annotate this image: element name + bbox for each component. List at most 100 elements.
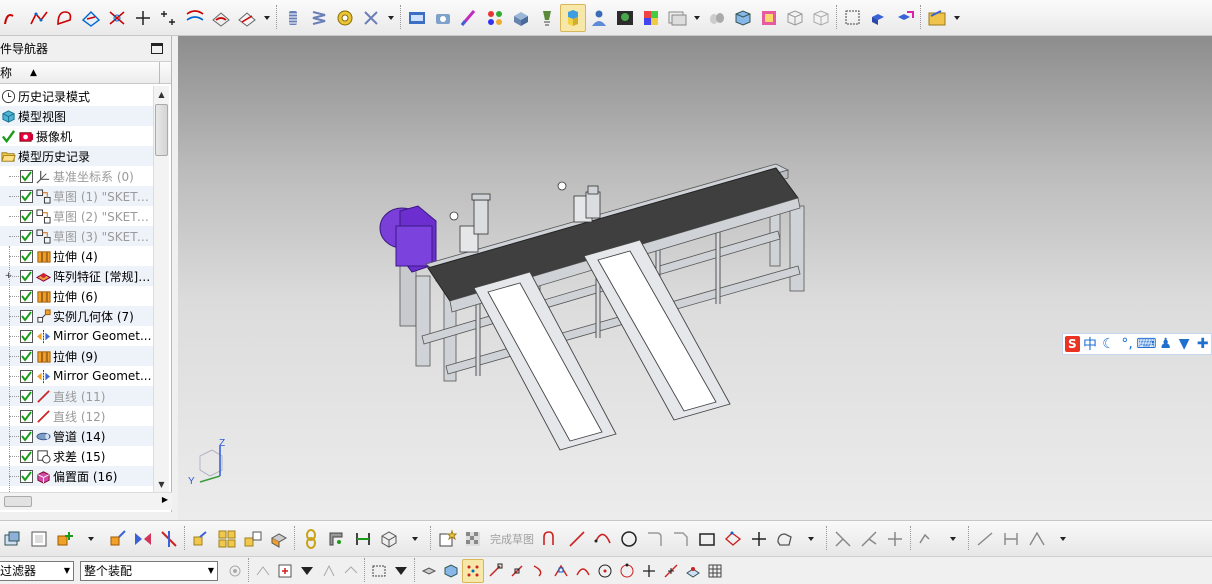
point-on-curve-icon[interactable] [660, 559, 682, 583]
tree-row[interactable]: 直线 (12) [0, 406, 153, 426]
compression-spring-icon[interactable] [306, 4, 332, 32]
assembly-icon[interactable] [0, 525, 26, 553]
finish-sketch-label[interactable]: 完成草图 [486, 531, 538, 547]
tree-row[interactable]: Mirror Geomet... [0, 326, 153, 346]
wire-cube-icon[interactable] [782, 4, 808, 32]
punctuation-icon[interactable]: °, [1119, 335, 1136, 353]
filter-settings-icon[interactable] [224, 559, 246, 583]
point-on-surface-icon[interactable] [682, 559, 704, 583]
visibility-checkbox[interactable] [20, 269, 33, 283]
ime-toolbar[interactable]: S 中 ☾ °, ⌨ ♟ ▼ ✚ [1062, 333, 1212, 355]
texture-cube-icon[interactable] [756, 4, 782, 32]
constraint-icon[interactable] [156, 525, 182, 553]
profile-icon[interactable] [538, 525, 564, 553]
grid-icon[interactable] [704, 559, 726, 583]
arc-icon[interactable] [0, 4, 26, 32]
chevron-down-icon[interactable] [402, 525, 428, 553]
chevron-down-icon[interactable] [384, 4, 398, 32]
replace-component-icon[interactable] [240, 525, 266, 553]
wave-geometry-icon[interactable] [188, 525, 214, 553]
add-component-icon[interactable] [52, 525, 78, 553]
visibility-checkbox[interactable] [20, 469, 33, 483]
sketch-line-icon[interactable] [564, 525, 590, 553]
end-point-icon[interactable] [484, 559, 506, 583]
shirt-icon[interactable]: ▼ [1176, 335, 1193, 353]
rectangle-icon[interactable] [694, 525, 720, 553]
maximize-icon[interactable] [151, 43, 163, 54]
wcs-triad[interactable]: Z Y [188, 438, 225, 487]
scroll-right-icon[interactable]: ▶ [162, 495, 168, 504]
tree-row[interactable]: 基准坐标系 (0) [0, 166, 153, 186]
column-divider[interactable] [159, 61, 171, 84]
orient-view-icon[interactable] [892, 4, 918, 32]
joint-icon[interactable] [350, 525, 376, 553]
visibility-checkbox[interactable] [20, 389, 33, 403]
chain-icon[interactable] [298, 525, 324, 553]
tree-row[interactable]: 实例几何体 (7) [0, 306, 153, 326]
tree-row[interactable]: 草图 (2) "SKETC... [0, 206, 153, 226]
offset-shape-icon[interactable] [772, 525, 798, 553]
select-window-icon[interactable] [840, 4, 866, 32]
offset-curve-icon[interactable] [182, 4, 208, 32]
control-point-icon[interactable] [528, 559, 550, 583]
scroll-thumb[interactable] [155, 104, 168, 156]
multi-color-box-icon[interactable] [638, 4, 664, 32]
navigator-horizontal-scrollbar[interactable]: ▶ [0, 492, 172, 510]
tree-row[interactable]: 拉伸 (9) [0, 346, 153, 366]
visibility-checkbox[interactable] [20, 229, 33, 243]
tools-icon[interactable]: ✚ [1194, 335, 1211, 353]
point-set-icon[interactable] [156, 4, 182, 32]
tree-row[interactable]: 拉伸 (6) [0, 286, 153, 306]
visibility-checkbox[interactable] [20, 329, 33, 343]
visibility-checkbox[interactable] [20, 289, 33, 303]
tree-row[interactable]: 草图 (3) "SKETC... [0, 226, 153, 246]
conveyor-model[interactable]: Z Y [178, 36, 1212, 520]
visibility-checkbox[interactable] [20, 429, 33, 443]
offset-in-face-icon[interactable] [208, 4, 234, 32]
extend-icon[interactable] [856, 525, 882, 553]
geometric-constraint-icon[interactable] [998, 525, 1024, 553]
save-view-icon[interactable] [866, 4, 892, 32]
scroll-down-icon[interactable]: ▼ [154, 476, 169, 492]
brush-color-icon[interactable] [456, 4, 482, 32]
select-face-icon[interactable] [340, 559, 362, 583]
point-icon[interactable] [130, 4, 156, 32]
tree-row[interactable]: + 阵列特征 [常规] ... [0, 266, 153, 286]
scroll-up-icon[interactable]: ▲ [154, 86, 169, 102]
finish-sketch-flag-icon[interactable] [460, 525, 486, 553]
highlight-lamp-icon[interactable] [560, 3, 586, 32]
tree-row[interactable]: Mirror Geomet... [0, 366, 153, 386]
chevron-down-icon[interactable] [1050, 525, 1076, 553]
camera-render-icon[interactable] [430, 4, 456, 32]
tree-row[interactable]: 历史记录模式 [0, 86, 153, 106]
block-icon[interactable] [376, 525, 402, 553]
sketch-star-icon[interactable] [434, 525, 460, 553]
chevron-down-icon[interactable] [390, 559, 412, 583]
chevron-down-icon[interactable] [296, 559, 318, 583]
tree-row[interactable]: 管道 (14) [0, 426, 153, 446]
shaded-cube-icon[interactable] [440, 559, 462, 583]
tree-row[interactable]: 求差 (15) [0, 446, 153, 466]
polygon-icon[interactable] [720, 525, 746, 553]
chevron-down-icon[interactable] [690, 4, 704, 32]
sketch-point-icon[interactable] [746, 525, 772, 553]
spring-coil-icon[interactable] [280, 4, 306, 32]
fit-curve-icon[interactable] [52, 4, 78, 32]
show-constraints-icon[interactable] [1024, 525, 1050, 553]
movie-clip-icon[interactable] [404, 4, 430, 32]
shade-cube-icon[interactable] [730, 4, 756, 32]
tree-row[interactable]: 模型视图 [0, 106, 153, 126]
spring-delete-icon[interactable] [358, 4, 384, 32]
graphics-viewport[interactable]: Z Y [178, 36, 1212, 520]
visibility-checkbox[interactable] [20, 349, 33, 363]
component-array-icon[interactable] [214, 525, 240, 553]
user-figure-icon[interactable] [586, 4, 612, 32]
tree-row[interactable]: 偏置面 (16) [0, 466, 153, 486]
ime-mode[interactable]: 中 [1082, 335, 1099, 353]
scroll-thumb[interactable] [4, 496, 32, 507]
tree-row[interactable]: 拉伸 (4) [0, 246, 153, 266]
visibility-checkbox[interactable] [20, 449, 33, 463]
select-feature-icon[interactable] [274, 559, 296, 583]
arc-center-icon[interactable] [572, 559, 594, 583]
chevron-down-icon[interactable] [940, 525, 966, 553]
